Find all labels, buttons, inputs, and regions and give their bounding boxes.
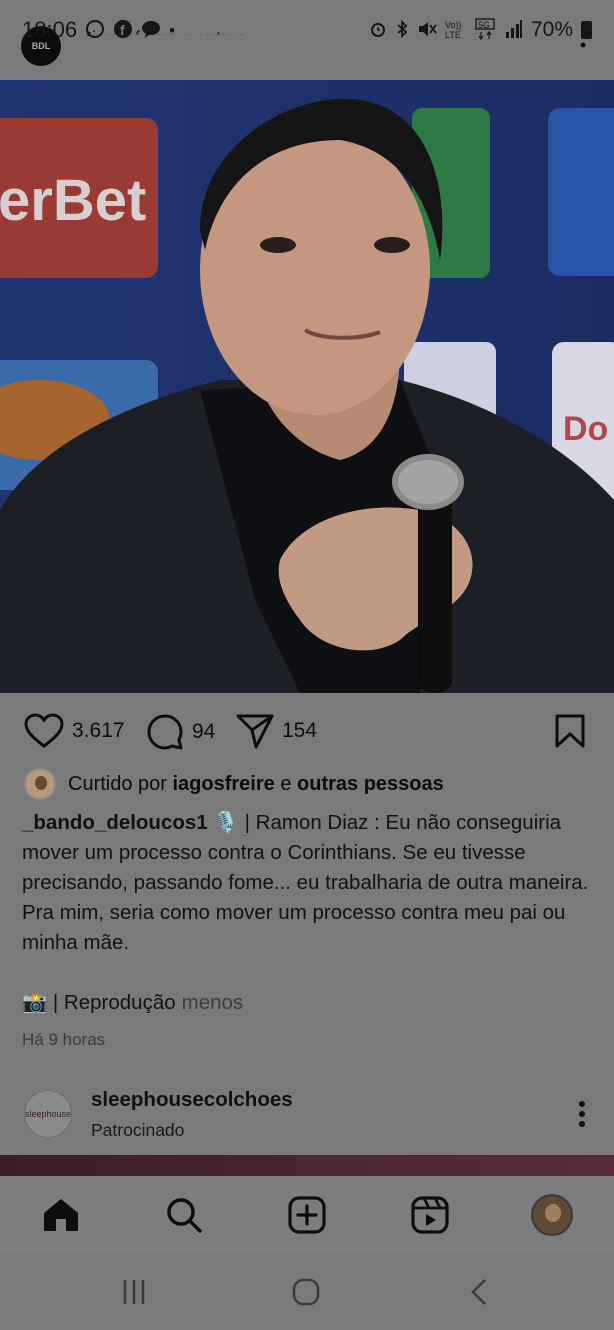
credit-text: | Reprodução bbox=[52, 990, 176, 1014]
signal-icon bbox=[505, 19, 523, 41]
like-action[interactable]: 3.617 bbox=[24, 713, 125, 749]
dot-icon: • bbox=[169, 20, 176, 40]
alarm-icon bbox=[369, 20, 387, 41]
post-caption: _bando_deloucos1 🎙️ | Ramon Diaz : Eu nã… bbox=[22, 808, 594, 958]
system-nav bbox=[0, 1254, 614, 1330]
status-bar: 18:06 f • Vo)) LTE 5G 70% bbox=[0, 0, 614, 60]
next-post-image-edge[interactable] bbox=[0, 1155, 614, 1177]
share-action[interactable]: 154 bbox=[236, 713, 317, 749]
search-icon[interactable] bbox=[163, 1194, 205, 1236]
profile-thumb[interactable] bbox=[531, 1194, 573, 1236]
svg-text:f: f bbox=[120, 22, 125, 38]
svg-text:erBet: erBet bbox=[0, 168, 146, 233]
reels-icon[interactable] bbox=[409, 1194, 451, 1236]
whatsapp-icon bbox=[85, 19, 105, 42]
heart-icon[interactable] bbox=[24, 713, 64, 749]
less-link[interactable]: menos bbox=[182, 991, 244, 1015]
comments-count: 94 bbox=[192, 720, 216, 743]
volte-icon: Vo)) LTE bbox=[445, 19, 467, 42]
post-actions: 3.617 94 154 bbox=[0, 705, 614, 757]
status-right: Vo)) LTE 5G 70% bbox=[369, 17, 592, 43]
liked-by-row[interactable]: Curtido por iagosfreire e outras pessoas bbox=[24, 768, 444, 800]
status-left: 18:06 f • bbox=[22, 17, 175, 43]
home-icon[interactable] bbox=[40, 1194, 82, 1236]
battery-percent: 70% bbox=[530, 18, 573, 41]
liked-by-mid: e bbox=[274, 772, 298, 795]
5g-icon: 5G bbox=[475, 17, 497, 43]
recent-apps-icon[interactable] bbox=[114, 1272, 154, 1312]
mute-icon bbox=[417, 20, 437, 41]
create-icon[interactable] bbox=[286, 1194, 328, 1236]
likes-count: 3.617 bbox=[72, 719, 125, 742]
liked-by-user[interactable]: iagosfreire bbox=[173, 773, 275, 795]
liked-by-others[interactable]: outras pessoas bbox=[297, 773, 444, 795]
caption-username[interactable]: _bando_deloucos1 bbox=[22, 811, 208, 834]
profile-avatar[interactable] bbox=[531, 1194, 573, 1236]
caption-credit: 📸 | Reprodução menos bbox=[22, 990, 243, 1015]
sponsored-header: sleephouse sleephousecolchoes Patrocinad… bbox=[0, 1082, 614, 1152]
camera-icon: 📸 bbox=[22, 992, 47, 1014]
post-timestamp: Há 9 horas bbox=[22, 1030, 106, 1049]
send-icon[interactable] bbox=[236, 713, 274, 749]
status-time: 18:06 bbox=[22, 17, 78, 42]
microphone-emoji: 🎙️ bbox=[213, 811, 239, 834]
bluetooth-icon bbox=[395, 19, 409, 41]
sponsor-name[interactable]: sleephousecolchoes bbox=[91, 1088, 293, 1112]
sponsor-avatar[interactable]: sleephouse bbox=[24, 1090, 72, 1138]
svg-text:5G: 5G bbox=[478, 20, 490, 30]
battery-icon bbox=[581, 21, 592, 39]
svg-text:LTE: LTE bbox=[445, 30, 461, 39]
sponsor-more-icon[interactable] bbox=[578, 1100, 586, 1133]
bookmark-icon[interactable] bbox=[554, 713, 586, 754]
shares-count: 154 bbox=[282, 719, 318, 742]
home-button-icon[interactable] bbox=[286, 1272, 326, 1312]
comment-icon[interactable] bbox=[146, 713, 184, 751]
svg-text:Do: Do bbox=[563, 410, 608, 448]
facebook-icon: f bbox=[113, 19, 133, 42]
svg-text:Vo)): Vo)) bbox=[445, 20, 462, 30]
post-image[interactable]: erBet Do bbox=[0, 80, 614, 693]
liked-by-avatar[interactable] bbox=[24, 768, 56, 800]
messenger-icon bbox=[141, 19, 161, 42]
sponsored-label: Patrocinado bbox=[91, 1120, 185, 1140]
liked-by-text: Curtido por iagosfreire e outras pessoas bbox=[68, 773, 444, 796]
bottom-nav bbox=[0, 1176, 614, 1254]
liked-by-prefix: Curtido por bbox=[68, 772, 173, 795]
back-icon[interactable] bbox=[459, 1272, 499, 1312]
comment-action[interactable]: 94 bbox=[146, 713, 215, 751]
